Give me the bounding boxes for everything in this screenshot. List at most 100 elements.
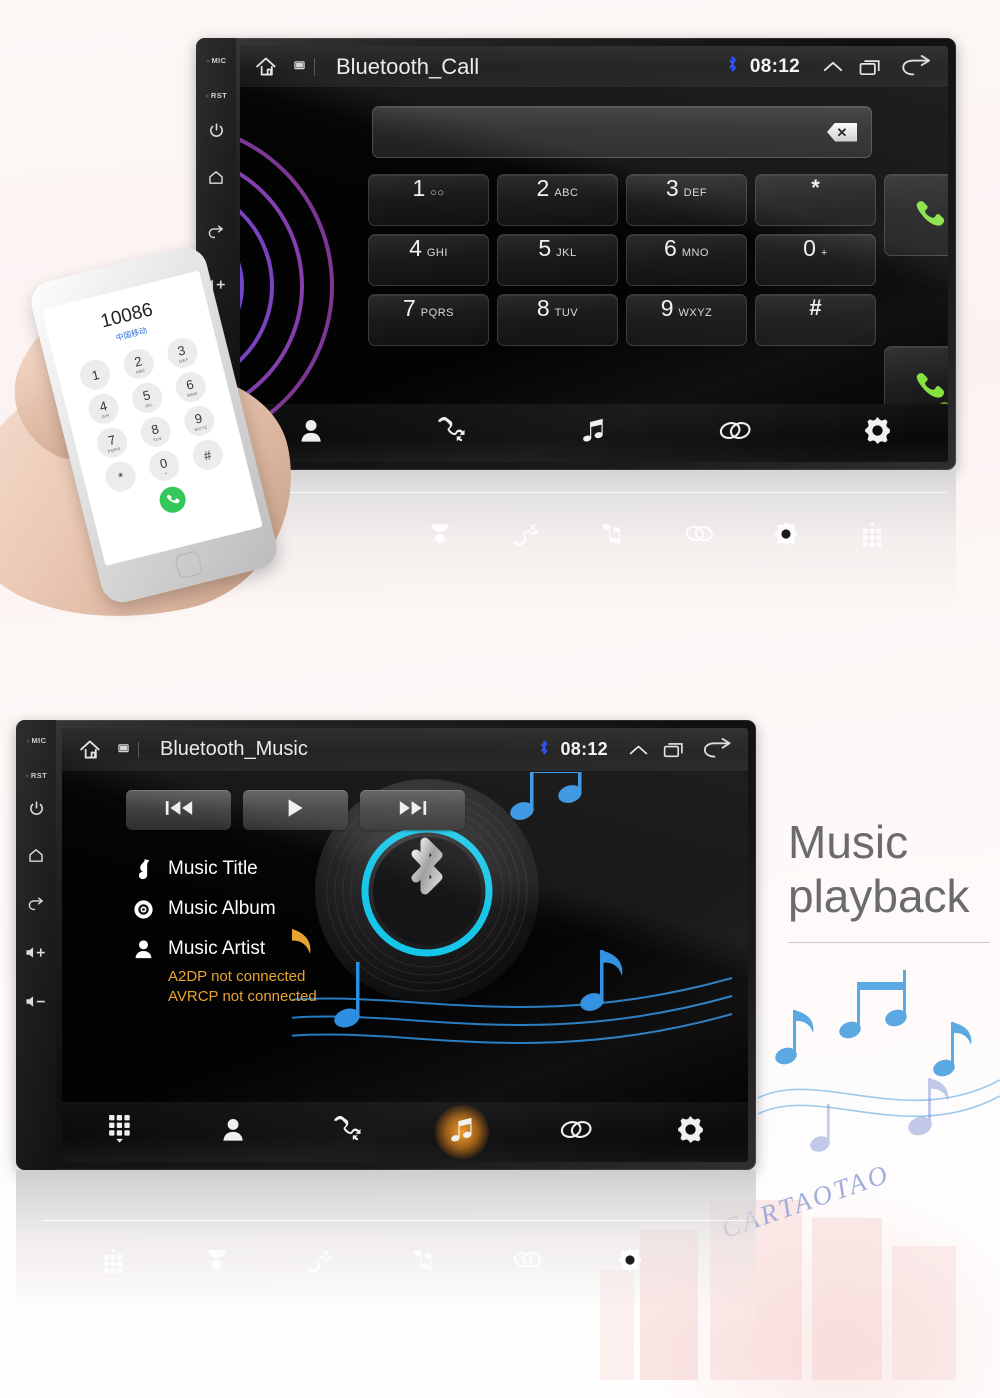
dial-key-3[interactable]: 3 DEF bbox=[626, 174, 747, 226]
reset-button[interactable]: RST bbox=[204, 91, 228, 100]
mic-dot bbox=[205, 58, 210, 63]
nav-item-call-log[interactable] bbox=[291, 1115, 405, 1148]
dial-key-1[interactable]: 1 ○○ bbox=[368, 174, 489, 226]
reset-label: RST bbox=[210, 91, 228, 100]
phone-home-button[interactable] bbox=[174, 550, 204, 580]
volume-up-icon[interactable] bbox=[25, 945, 47, 960]
nav-item-music[interactable] bbox=[523, 417, 665, 449]
home-icon[interactable] bbox=[27, 847, 45, 864]
power-icon[interactable] bbox=[28, 800, 45, 817]
previous-track-button[interactable] bbox=[126, 790, 231, 830]
head-unit-bluetooth-music: MIC RST Bluetooth_Music 08:12 Music Titl… bbox=[16, 720, 756, 1170]
backspace-button[interactable]: ✕ bbox=[827, 122, 857, 142]
dial-key-5[interactable]: 5 JKL bbox=[497, 234, 618, 286]
phone-key-5[interactable]: 5 JKL bbox=[129, 379, 166, 417]
nav-item-pair[interactable] bbox=[665, 420, 807, 446]
reset-button[interactable]: RST bbox=[24, 771, 47, 780]
dial-key-digit: 4 bbox=[409, 235, 422, 261]
dial-key-hash[interactable]: # bbox=[755, 294, 876, 346]
dial-key-letters: GHI bbox=[426, 247, 448, 259]
phone-sync-icon bbox=[333, 1115, 363, 1148]
nav-item-dialpad[interactable] bbox=[62, 1115, 176, 1149]
back-arrow-icon[interactable] bbox=[894, 54, 942, 79]
dial-key-letters: + bbox=[820, 247, 828, 259]
phone-key-digit: 7 bbox=[106, 431, 117, 448]
phone-key-digit: 3 bbox=[176, 342, 187, 359]
home-overlay-icon[interactable] bbox=[254, 55, 288, 78]
reflected-music-icon bbox=[569, 508, 656, 560]
screen-cast-icon[interactable] bbox=[118, 741, 129, 759]
dial-key-letters: JKL bbox=[556, 247, 577, 259]
dial-key-8[interactable]: 8 TUV bbox=[497, 294, 618, 346]
nav-item-pair[interactable] bbox=[519, 1119, 633, 1145]
chevron-up-icon[interactable] bbox=[816, 59, 850, 74]
dial-key-9[interactable]: 9 WXYZ bbox=[626, 294, 747, 346]
phone-sync-icon bbox=[437, 416, 467, 449]
play-button[interactable] bbox=[243, 790, 348, 830]
home-icon[interactable] bbox=[207, 169, 225, 186]
reflected-navigation bbox=[396, 508, 916, 560]
phone-key-1[interactable]: 1 bbox=[77, 356, 114, 393]
dial-key-digit: 7 bbox=[403, 295, 416, 321]
mic-label: MIC bbox=[211, 56, 227, 65]
music-note-icon bbox=[581, 417, 607, 449]
handset-icon bbox=[911, 370, 948, 405]
reflected-contacts-icon bbox=[396, 508, 483, 560]
phone-key-hash[interactable]: # bbox=[189, 436, 226, 474]
transport-controls[interactable] bbox=[126, 790, 465, 830]
bottom-navigation-music[interactable] bbox=[62, 1102, 748, 1162]
phone-key-0[interactable]: 0 + bbox=[145, 447, 183, 484]
recents-icon[interactable] bbox=[850, 58, 894, 76]
track-metadata: Music Title Music Album Music Artist A2D… bbox=[132, 858, 462, 1005]
hand-holding-phone: 10086 中国移动 1 2 ABC 3 DEF 4 GHI 5 JKL 6 MNO 7 PQRS 8 TU… bbox=[0, 243, 400, 650]
chevron-up-icon[interactable] bbox=[622, 743, 654, 757]
statusbar-right: 08:12 bbox=[539, 738, 742, 761]
power-icon[interactable] bbox=[208, 122, 225, 139]
dial-call-button[interactable] bbox=[884, 174, 948, 256]
dial-key-0[interactable]: 0 + bbox=[755, 234, 876, 286]
back-icon[interactable] bbox=[207, 224, 226, 241]
phone-key-9[interactable]: 9 WXYZ bbox=[180, 402, 218, 440]
dial-key-letters: ABC bbox=[554, 187, 579, 199]
dial-key-2[interactable]: 2 ABC bbox=[497, 174, 618, 226]
phone-key-2[interactable]: 2 ABC bbox=[120, 345, 157, 383]
back-arrow-icon[interactable] bbox=[696, 738, 742, 761]
nav-item-call-log[interactable] bbox=[382, 416, 524, 449]
statusbar-left: Bluetooth_Music bbox=[78, 738, 308, 761]
phone-key-letters: + bbox=[163, 469, 168, 476]
phone-key-8[interactable]: 8 TUV bbox=[137, 413, 174, 450]
statusbar-left: Bluetooth_Call bbox=[254, 54, 479, 80]
volume-down-icon[interactable] bbox=[25, 994, 47, 1009]
dial-keypad[interactable]: 1 ○○ 2 ABC 3 DEF * 4 GHI 5 JKL 6 MNO 0 +7 PQRS 8 TUV 9 WXYZ… bbox=[368, 174, 876, 346]
back-icon[interactable] bbox=[27, 896, 46, 913]
phone-key-7[interactable]: 7 PQRS bbox=[94, 424, 131, 461]
app-title: Bluetooth_Call bbox=[336, 53, 480, 79]
phone-key-star[interactable]: * bbox=[102, 458, 139, 495]
phone-key-3[interactable]: 3 DEF bbox=[163, 334, 201, 372]
phone-key-6[interactable]: 6 MNO bbox=[172, 368, 209, 406]
phone-key-4[interactable]: 4 GHI bbox=[85, 390, 123, 427]
gear-icon bbox=[864, 417, 891, 449]
dial-key-letters: TUV bbox=[554, 307, 579, 319]
screen-cast-icon[interactable] bbox=[294, 58, 305, 76]
dial-key-star[interactable]: * bbox=[755, 174, 876, 226]
mic-dot bbox=[25, 738, 30, 743]
nav-item-music[interactable] bbox=[405, 1105, 519, 1159]
dial-key-digit: 0 bbox=[803, 235, 816, 261]
nav-item-settings[interactable] bbox=[634, 1116, 748, 1148]
touchscreen-music[interactable]: Bluetooth_Music 08:12 Music Title Music … bbox=[62, 728, 748, 1162]
phone-key-letters: JKL bbox=[144, 401, 154, 409]
statusbar-divider bbox=[138, 742, 139, 757]
music-note-icon bbox=[449, 1116, 476, 1149]
home-overlay-icon[interactable] bbox=[78, 738, 112, 761]
recents-icon[interactable] bbox=[654, 741, 696, 758]
nav-item-settings[interactable] bbox=[806, 417, 948, 449]
dial-key-6[interactable]: 6 MNO bbox=[626, 234, 747, 286]
next-track-button[interactable] bbox=[360, 790, 465, 830]
a2dp-status: A2DP not connected bbox=[168, 968, 306, 985]
nav-item-contacts[interactable] bbox=[176, 1116, 290, 1148]
phone-call-button[interactable] bbox=[156, 483, 189, 516]
phone-key-digit: 5 bbox=[141, 386, 152, 404]
phone-number-input[interactable]: ✕ bbox=[372, 106, 872, 158]
reflected-call-log-icon bbox=[269, 1232, 372, 1288]
